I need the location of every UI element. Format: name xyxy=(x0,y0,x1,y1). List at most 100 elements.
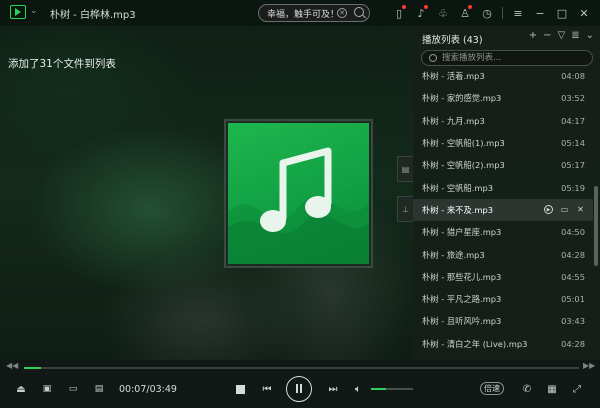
playlist-item[interactable]: 朴树 - 清白之年 (Live).mp3 04:28 xyxy=(413,333,593,355)
previous-button[interactable]: ⏮ xyxy=(260,382,274,396)
playlist-header: 播放列表 (43) + − ▽ ≣ ⌄ xyxy=(413,26,600,48)
playlist-item-name: 朴树 - 来不及.mp3 xyxy=(422,204,494,215)
playlist-item-duration: 05:17 xyxy=(561,160,585,171)
next-button[interactable]: ⏭ xyxy=(326,382,340,396)
playlist-item[interactable]: 朴树 - 九月.mp3 04:17 xyxy=(413,110,593,132)
time-display: 00:07/03:49 xyxy=(119,384,177,395)
playlist-item-name: 朴树 - 猎户星座.mp3 xyxy=(422,227,502,238)
playlist-item[interactable]: 朴树 - 空帆船(2).mp3 05:17 xyxy=(413,154,593,176)
chevron-down-icon[interactable]: ⌄ xyxy=(30,6,38,16)
playlist-item-duration: 04:17 xyxy=(561,115,585,126)
minimize-icon[interactable]: − xyxy=(530,3,550,23)
bell-icon[interactable]: ♪ xyxy=(411,3,431,23)
playlist-scrollbar[interactable] xyxy=(594,186,598,266)
playlist-item[interactable]: 朴树 - 旅途.mp3 04:28 xyxy=(413,243,593,265)
playlist-tools: + − ▽ ≣ ⌄ xyxy=(529,30,594,41)
lyrics-tab[interactable]: ▤ xyxy=(397,156,413,182)
playlist-item-name: 朴树 - 九月.mp3 xyxy=(422,115,485,126)
playlist-item[interactable]: 朴树 - 且听风吟.mp3 03:43 xyxy=(413,310,593,332)
screen-icon[interactable]: ▭ xyxy=(66,382,80,396)
playlist-item-name: 朴树 - 旅途.mp3 xyxy=(422,249,485,260)
playlist-list: 朴树 - 活着.mp3 04:08 朴树 - 家的感觉.mp3 03:52 朴树 - 九… xyxy=(413,65,593,356)
list-icon[interactable]: ≣ xyxy=(571,30,579,41)
pin-tab[interactable]: ⊥ xyxy=(397,196,413,222)
speed-button[interactable]: 倍速 xyxy=(480,382,504,395)
close-icon[interactable]: ✕ xyxy=(576,205,585,214)
app-logo-icon[interactable] xyxy=(10,5,26,19)
remove-icon[interactable]: − xyxy=(543,30,551,41)
collapse-icon[interactable]: ⌄ xyxy=(586,30,594,41)
separator xyxy=(502,7,503,19)
search-input[interactable]: 幸福，触手可及！ ✕ xyxy=(258,4,370,22)
playlist-item-name: 朴树 - 空帆船(2).mp3 xyxy=(422,160,505,171)
stop-button[interactable] xyxy=(234,383,246,395)
playlist-search-placeholder: 搜索播放列表... xyxy=(442,53,502,63)
playlist-item[interactable]: 朴树 - 空帆船(1).mp3 05:14 xyxy=(413,132,593,154)
close-icon[interactable]: ✕ xyxy=(574,3,594,23)
folder-icon[interactable]: ▭ xyxy=(560,205,569,214)
playlist-item-duration: 05:14 xyxy=(561,138,585,149)
playlist-item-duration: 05:19 xyxy=(561,182,585,193)
playlist-item-duration: 03:43 xyxy=(561,316,585,327)
menu-icon[interactable]: ≡ xyxy=(508,3,528,23)
volume-slider[interactable] xyxy=(371,388,413,390)
playlist-item[interactable]: 朴树 - 活着.mp3 04:08 xyxy=(413,65,593,87)
skin-icon[interactable]: ♧ xyxy=(433,3,453,23)
playlist-item[interactable]: 朴树 - 来不及.mp3 ▶ ▭ ✕ xyxy=(413,198,593,222)
fullscreen-icon[interactable]: ⤢ xyxy=(570,382,584,396)
playlist-item-name: 朴树 - 活着.mp3 xyxy=(422,71,485,82)
shirt-icon[interactable]: ♙ xyxy=(455,3,475,23)
search-icon[interactable] xyxy=(354,7,364,17)
playlist-item-name: 朴树 - 家的感觉.mp3 xyxy=(422,93,502,104)
play-icon[interactable]: ▶ xyxy=(544,205,553,215)
playlist-item-duration: 04:28 xyxy=(561,338,585,349)
search-icon xyxy=(429,54,437,62)
eject-icon[interactable]: ⏏ xyxy=(14,382,28,396)
control-bar: ◀◀ ▶▶ ⏏ ▣ ▭ ▤ 00:07/03:49 ⏮ ⏭ 🔈︎ 倍速 ✆ ▦ … xyxy=(0,360,600,408)
playlist-item-name: 朴树 - 清白之年 (Live).mp3 xyxy=(422,338,528,349)
player-window: ⌄ 朴树 - 白桦林.mp3 幸福，触手可及！ ✕ ▯ ♪ ♧ ♙ ◷ ≡ − … xyxy=(0,0,600,408)
playlist-item[interactable]: 朴树 - 平凡之路.mp3 05:01 xyxy=(413,288,593,310)
clock-icon[interactable]: ◷ xyxy=(477,3,497,23)
playlist-item-name: 朴树 - 那些花儿.mp3 xyxy=(422,271,502,282)
volume-level xyxy=(371,388,386,390)
volume-icon[interactable]: 🔈︎ xyxy=(351,382,365,396)
playlist-panel: 播放列表 (43) + − ▽ ≣ ⌄ 搜索播放列表... 朴树 - 活着.mp… xyxy=(413,26,600,360)
clear-icon[interactable]: ✕ xyxy=(337,8,347,18)
playlist-item-duration: 03:52 xyxy=(561,93,585,104)
toolbox-icon[interactable]: ▦ xyxy=(545,382,559,396)
playlist-item[interactable]: 朴树 - 空帆船.mp3 05:19 xyxy=(413,176,593,198)
playlist-item-name: 朴树 - 平凡之路.mp3 xyxy=(422,294,502,305)
add-icon[interactable]: + xyxy=(529,30,537,41)
playlist-title: 播放列表 (43) xyxy=(422,35,483,46)
rewind-icon[interactable]: ◀◀ xyxy=(6,361,18,370)
phone-icon[interactable]: ✆ xyxy=(520,382,534,396)
search-text: 幸福，触手可及！ xyxy=(267,9,340,20)
playlist-item-duration: 04:55 xyxy=(561,271,585,282)
seek-bar[interactable] xyxy=(24,367,579,369)
playlist-item-name: 朴树 - 空帆船.mp3 xyxy=(422,182,494,193)
music-note-icon xyxy=(228,123,369,264)
forward-icon[interactable]: ▶▶ xyxy=(583,361,595,370)
maximize-icon[interactable]: □ xyxy=(552,3,572,23)
video-area[interactable]: 添加了31个文件到列表 xyxy=(0,26,413,360)
pause-button[interactable] xyxy=(286,376,312,402)
filter-icon[interactable]: ▽ xyxy=(558,30,566,41)
playlist-item-duration: 05:01 xyxy=(561,294,585,305)
toast-message: 添加了31个文件到列表 xyxy=(8,58,116,70)
playlist-item-duration: 04:50 xyxy=(561,227,585,238)
open-file-icon[interactable]: ▣ xyxy=(40,382,54,396)
playlist-search-input[interactable]: 搜索播放列表... xyxy=(421,50,593,66)
playlist-item-name: 朴树 - 且听风吟.mp3 xyxy=(422,316,502,327)
title-bar: ⌄ 朴树 - 白桦林.mp3 幸福，触手可及！ ✕ ▯ ♪ ♧ ♙ ◷ ≡ − … xyxy=(0,0,600,26)
playlist-item[interactable]: 朴树 - 那些花儿.mp3 04:55 xyxy=(413,266,593,288)
phone-icon[interactable]: ▯ xyxy=(389,3,409,23)
playlist-item[interactable]: 朴树 - 家的感觉.mp3 03:52 xyxy=(413,87,593,109)
playlist-item[interactable]: 朴树 - 猎户星座.mp3 04:50 xyxy=(413,221,593,243)
playlist-item-duration: 04:08 xyxy=(561,71,585,82)
subtitle-icon[interactable]: ▤ xyxy=(92,382,106,396)
playlist-item-name: 朴树 - 空帆船(1).mp3 xyxy=(422,138,505,149)
row-actions: ▶ ▭ ✕ xyxy=(544,205,593,215)
title-bar-icons: ▯ ♪ ♧ ♙ ◷ ≡ − □ ✕ xyxy=(389,0,594,26)
playlist-item-duration: 04:28 xyxy=(561,249,585,260)
